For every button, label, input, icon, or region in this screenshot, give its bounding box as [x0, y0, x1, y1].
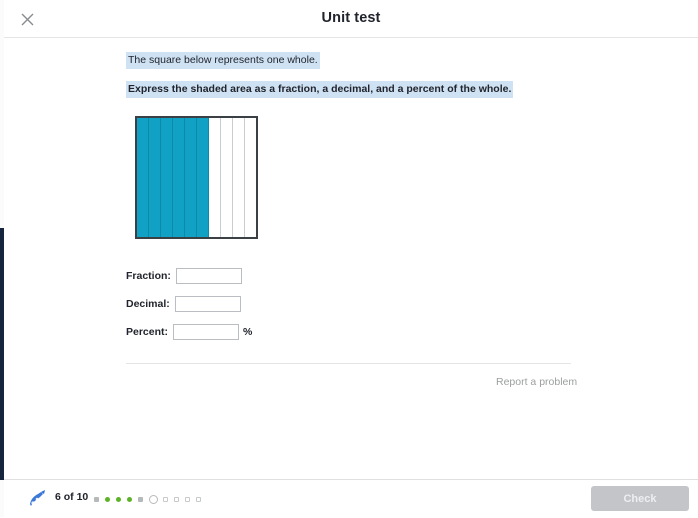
progress-dot-9[interactable] — [185, 496, 190, 502]
progress-dot-3[interactable] — [116, 496, 121, 502]
square-column-empty — [233, 118, 245, 237]
answer-row: Percent:% — [126, 318, 386, 346]
report-a-problem-link[interactable]: Report a problem — [496, 376, 577, 388]
square-column-shaded — [161, 118, 173, 237]
question-prompt-text: Express the shaded area as a fraction, a… — [126, 81, 514, 99]
answer-input-decimal[interactable] — [174, 296, 241, 312]
answer-fields: Fraction: Decimal: Percent:% — [126, 262, 386, 346]
close-button[interactable] — [14, 7, 40, 31]
square-grid — [135, 116, 258, 239]
content-divider — [126, 363, 571, 364]
square-column-shaded — [197, 118, 209, 237]
answer-row: Fraction: — [126, 262, 386, 290]
progress-dot-1[interactable] — [94, 496, 99, 502]
unit-test-exercise-modal: Unit test The square below represents on… — [0, 0, 698, 518]
progress-dot-8[interactable] — [174, 496, 179, 502]
whole-square-figure — [132, 113, 261, 242]
square-column-shaded — [185, 118, 197, 237]
square-column-shaded — [149, 118, 161, 237]
progress-dot-2[interactable] — [105, 496, 110, 502]
progress-dot-10[interactable] — [196, 496, 201, 502]
square-column-shaded — [137, 118, 149, 237]
khan-logo-icon — [24, 487, 50, 511]
answer-input-percent[interactable] — [173, 324, 240, 340]
progress-dot-4[interactable] — [127, 496, 132, 502]
exercise-footer: 6 of 10 Check — [4, 479, 698, 518]
answer-label: Percent: — [126, 326, 169, 338]
close-icon — [21, 13, 34, 26]
exercise-content: The square below represents one whole. E… — [4, 38, 698, 479]
progress-dots — [94, 492, 207, 506]
answer-label: Decimal: — [126, 298, 170, 310]
percent-sign: % — [243, 326, 253, 338]
question-context-text: The square below represents one whole. — [126, 52, 320, 70]
answer-label: Fraction: — [126, 270, 171, 282]
square-column-empty — [221, 118, 233, 237]
page-title: Unit test — [321, 10, 381, 26]
square-column-empty — [209, 118, 221, 237]
square-column-empty — [245, 118, 256, 237]
progress-dot-6[interactable] — [149, 494, 158, 504]
square-column-shaded — [173, 118, 185, 237]
check-button[interactable]: Check — [591, 486, 689, 511]
progress-label: 6 of 10 — [55, 491, 89, 503]
answer-row: Decimal: — [126, 290, 386, 318]
progress-dot-5[interactable] — [138, 496, 143, 502]
modal-header: Unit test — [4, 0, 698, 38]
answer-input-fraction[interactable] — [175, 268, 242, 284]
progress-dot-7[interactable] — [163, 496, 168, 502]
